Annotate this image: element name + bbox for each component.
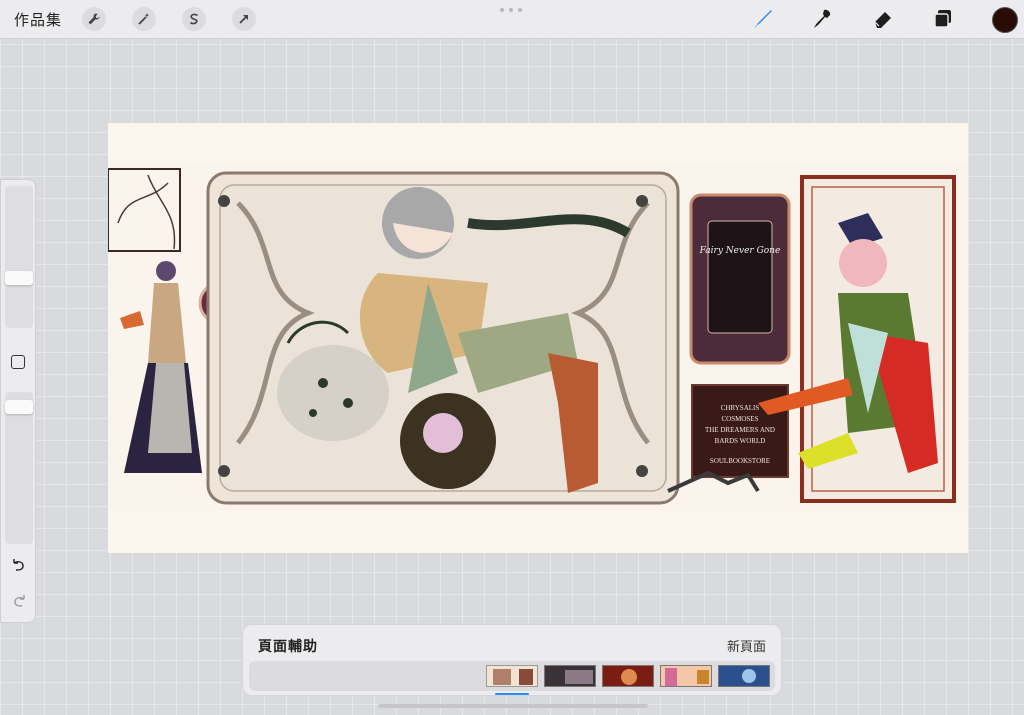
publisher-text: SOULBOOKSTORE bbox=[710, 457, 770, 465]
opacity-slider[interactable] bbox=[5, 392, 33, 544]
smudge-icon[interactable] bbox=[810, 6, 836, 32]
modify-square-button[interactable] bbox=[11, 355, 25, 369]
toolbar-grabber[interactable] bbox=[500, 8, 522, 12]
side-controls bbox=[0, 179, 36, 623]
home-indicator bbox=[378, 704, 648, 708]
undo-icon[interactable] bbox=[10, 557, 28, 575]
book-title-line-2: COSMOSES bbox=[722, 415, 759, 423]
arrow-transform-icon[interactable] bbox=[232, 7, 256, 31]
page-assist-panel: 頁面輔助 新頁面 bbox=[242, 624, 782, 696]
wrench-icon[interactable] bbox=[82, 7, 106, 31]
page-thumb-4[interactable] bbox=[660, 665, 712, 687]
new-page-button[interactable]: 新頁面 bbox=[727, 636, 766, 655]
selection-s-icon[interactable] bbox=[182, 7, 206, 31]
eraser-icon[interactable] bbox=[870, 6, 896, 32]
redo-icon[interactable] bbox=[10, 593, 28, 611]
selected-page-indicator bbox=[495, 693, 529, 695]
page-thumb-5[interactable] bbox=[718, 665, 770, 687]
layers-icon[interactable] bbox=[930, 6, 956, 32]
brush-icon[interactable] bbox=[750, 6, 776, 32]
page-assist-title: 頁面輔助 bbox=[258, 638, 318, 654]
gallery-button[interactable]: 作品集 bbox=[14, 9, 62, 30]
purple-card: Fairy Never Gone bbox=[689, 193, 791, 365]
drawing-canvas[interactable]: Fairy Never Gone CHRYSALIS COSMOSES THE … bbox=[108, 123, 968, 553]
brush-size-slider[interactable] bbox=[5, 186, 33, 328]
card-script-text: Fairy Never Gone bbox=[699, 246, 781, 256]
top-toolbar: 作品集 bbox=[0, 0, 1024, 39]
page-thumb-2[interactable] bbox=[544, 665, 596, 687]
brush-size-thumb[interactable] bbox=[5, 271, 33, 285]
dark-orb bbox=[400, 393, 496, 489]
opacity-thumb[interactable] bbox=[5, 400, 33, 414]
book-title-line-4: BARDS WORLD bbox=[715, 437, 766, 445]
color-picker-button[interactable] bbox=[992, 7, 1018, 33]
magic-wand-icon[interactable] bbox=[132, 7, 156, 31]
book-title-line-1: CHRYSALIS bbox=[721, 404, 760, 412]
artwork-strip: Fairy Never Gone CHRYSALIS COSMOSES THE … bbox=[108, 163, 968, 511]
book-title-line-3: THE DREAMERS AND bbox=[705, 426, 775, 434]
page-thumbnail-strip[interactable] bbox=[249, 661, 775, 691]
page-thumb-3[interactable] bbox=[602, 665, 654, 687]
page-thumb-1[interactable] bbox=[486, 665, 538, 687]
